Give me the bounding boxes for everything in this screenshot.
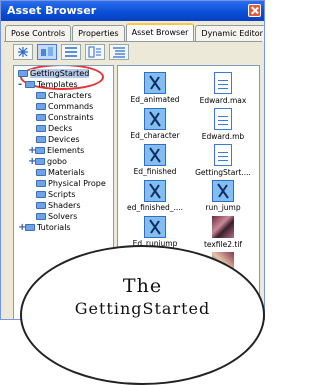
tree-item-label: Constraints: [48, 113, 94, 122]
list-view-icon[interactable]: [61, 44, 81, 60]
asset-label: run_jump: [205, 203, 241, 212]
tree-item-scripts[interactable]: Scripts: [36, 189, 75, 200]
tree-item-devices[interactable]: Devices: [36, 134, 80, 145]
details-view-icon[interactable]: [109, 44, 129, 60]
folder-icon: [25, 81, 35, 88]
asset-item[interactable]: Ed_animated: [120, 72, 190, 104]
expand-icon[interactable]: +: [28, 145, 36, 156]
folder-icon: [36, 202, 46, 209]
tab-dynamic-editor[interactable]: Dynamic Editor: [195, 25, 264, 41]
tab-pose-controls[interactable]: Pose Controls: [5, 25, 72, 41]
document-icon: [214, 108, 232, 130]
texture-icon: [212, 216, 234, 238]
caption-line-1: The: [122, 275, 163, 297]
window-title: Asset Browser: [1, 1, 264, 21]
tree-item-gobo[interactable]: + gobo: [28, 156, 67, 167]
collapse-icon[interactable]: -: [18, 79, 25, 90]
tree-item-label: GettingStarted: [30, 69, 90, 78]
folder-icon: [25, 224, 35, 231]
tree-item-label: Physical Prope: [48, 179, 106, 188]
document-icon: [214, 144, 232, 166]
tree-item-commands[interactable]: Commands: [36, 101, 93, 112]
folder-icon: [36, 114, 46, 121]
tree-item-elements[interactable]: + Elements: [28, 145, 84, 156]
expand-icon[interactable]: +: [28, 156, 36, 167]
asset-item[interactable]: run_jump: [188, 180, 258, 212]
tree-item-constraints[interactable]: Constraints: [36, 112, 94, 123]
new-folder-icon[interactable]: [13, 44, 33, 60]
assets-icon[interactable]: [37, 44, 57, 60]
close-icon[interactable]: [248, 4, 261, 17]
tree-item-solvers[interactable]: Solvers: [36, 211, 77, 222]
caption-line-2: GettingStarted: [74, 299, 211, 318]
asset-item[interactable]: Ed_character: [120, 108, 190, 140]
tree-item-label: Scripts: [48, 190, 76, 199]
animation-icon: [144, 216, 166, 238]
animation-icon: [144, 144, 166, 166]
asset-item[interactable]: ed_finished_....: [120, 180, 190, 212]
tree-item-label: gobo: [47, 157, 67, 166]
asset-label: ed_finished_....: [126, 203, 183, 212]
asset-label: GettingStart....: [195, 168, 251, 177]
tab-bar: Pose Controls Properties Asset Browser D…: [5, 23, 264, 42]
tree-item-shaders[interactable]: Shaders: [36, 200, 81, 211]
folder-icon: [36, 103, 46, 110]
folder-icon: [36, 92, 46, 99]
caption-bubble: The GettingStarted: [20, 245, 265, 385]
folder-icon: [18, 70, 28, 77]
animation-icon: [144, 72, 166, 94]
asset-label: Ed_animated: [130, 95, 180, 104]
tree-item-label: Solvers: [48, 212, 78, 221]
tab-divider: [4, 41, 262, 42]
asset-label: texfile2.tif: [203, 240, 243, 249]
tree-item-physical-properties[interactable]: Physical Prope: [36, 178, 106, 189]
asset-item[interactable]: Ed_finished: [120, 144, 190, 176]
tab-asset-browser[interactable]: Asset Browser: [125, 23, 195, 42]
folder-icon: [36, 136, 46, 143]
tree-item-templates[interactable]: - Templates: [18, 79, 78, 90]
tree-item-label: Devices: [48, 135, 80, 144]
tree-item-tutorials[interactable]: + Tutorials: [18, 222, 71, 233]
folder-icon: [36, 125, 46, 132]
split-view-icon[interactable]: [85, 44, 105, 60]
tree-item-label: Tutorials: [37, 223, 71, 232]
tree-item-label: Shaders: [48, 201, 81, 210]
animation-icon: [144, 108, 166, 130]
document-icon: [214, 72, 232, 94]
tree-item-gettingstarted[interactable]: GettingStarted: [18, 68, 90, 79]
asset-item[interactable]: Ed_runjump: [120, 216, 190, 248]
tree-item-label: Materials: [48, 168, 85, 177]
animation-icon: [144, 180, 166, 202]
asset-item[interactable]: texfile2.tif: [188, 216, 258, 249]
asset-label: Edward.mb: [201, 132, 245, 141]
asset-label: Ed_character: [130, 131, 180, 140]
tree-item-label: Commands: [48, 102, 94, 111]
toolbar: [13, 44, 129, 62]
animation-icon: [212, 180, 234, 202]
asset-item[interactable]: Edward.mb: [188, 108, 258, 141]
tree-item-label: Decks: [48, 124, 73, 133]
asset-item[interactable]: GettingStart....: [188, 144, 258, 177]
asset-label: Edward.max: [199, 96, 247, 105]
folder-icon: [35, 147, 45, 154]
asset-item[interactable]: Edward.max: [188, 72, 258, 105]
expand-icon[interactable]: +: [18, 222, 26, 233]
folder-icon: [36, 169, 46, 176]
tree-item-label: Templates: [37, 80, 78, 89]
tree-item-decks[interactable]: Decks: [36, 123, 72, 134]
tab-properties[interactable]: Properties: [72, 25, 125, 41]
tree-item-characters[interactable]: Characters: [36, 90, 92, 101]
folder-icon: [36, 213, 46, 220]
tree-item-label: Elements: [47, 146, 85, 155]
tree-item-materials[interactable]: Materials: [36, 167, 85, 178]
folder-icon: [35, 158, 45, 165]
folder-icon: [36, 191, 46, 198]
tree-item-label: Characters: [48, 91, 92, 100]
asset-label: Ed_finished: [133, 167, 177, 176]
folder-icon: [36, 180, 46, 187]
